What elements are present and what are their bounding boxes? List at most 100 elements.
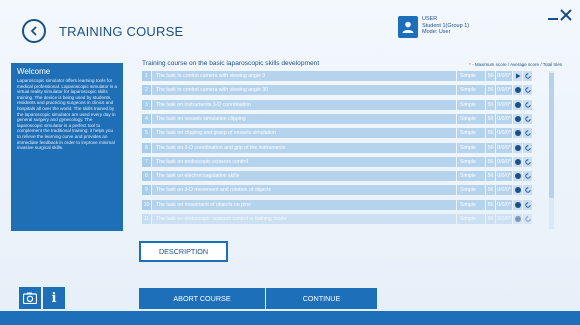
play-icon (515, 73, 520, 79)
task-level: Simple (457, 185, 485, 195)
task-name: The task on vessels simulation clipping (152, 114, 456, 124)
task-info-button[interactable] (513, 157, 522, 167)
task-number: 5 (142, 128, 151, 138)
task-row[interactable]: 4 The task on vessels simulation clipping… (142, 114, 552, 124)
task-info-button[interactable] (513, 143, 522, 153)
info-icon (514, 130, 521, 136)
task-name: The task to control camera with viewing … (152, 71, 456, 81)
task-level: Simple (457, 114, 485, 124)
task-level: Simple (457, 128, 485, 138)
task-reset-button[interactable] (523, 214, 532, 224)
task-reset-button[interactable] (523, 200, 532, 210)
course-title: Training course on the basic laparoscopi… (142, 60, 320, 67)
task-row[interactable]: 7 The task on endoscopic scissors control… (142, 157, 552, 167)
task-table: 1 The task to control camera with viewing… (142, 71, 552, 229)
score-legend: * - Maximum score / Average score / Tota… (469, 62, 562, 67)
task-row[interactable]: 8 The task on electrocoagulation skills Si… (142, 171, 552, 181)
info-icon (514, 202, 521, 208)
task-name: The task on clipping and grasp of vessel… (152, 128, 456, 138)
task-name: The task to control camera with viewing … (152, 85, 456, 95)
welcome-panel: Welcome Laparoscopic simulator offers le… (11, 63, 123, 231)
task-number: 3 (142, 100, 151, 110)
task-score-summary: 0/0/0* (496, 171, 512, 181)
task-reset-button[interactable] (523, 157, 532, 167)
info-icon (514, 145, 521, 151)
info-icon (514, 187, 521, 193)
task-info-button[interactable] (513, 185, 522, 195)
task-number: 11 (142, 214, 151, 224)
welcome-text: Laparoscopic simulator offers learning t… (17, 78, 118, 151)
welcome-title: Welcome (17, 67, 51, 76)
task-info-button[interactable] (513, 171, 522, 181)
task-reset-button[interactable] (523, 71, 532, 81)
task-level: Simple (457, 71, 485, 81)
info-icon (514, 102, 521, 108)
task-info-button[interactable] (513, 114, 522, 124)
task-number: 10 (142, 200, 151, 210)
task-info-button[interactable] (513, 200, 522, 210)
task-reset-button[interactable] (523, 128, 532, 138)
task-score-summary: 0/0/0* (496, 114, 512, 124)
task-info-button[interactable] (513, 100, 522, 110)
task-number: 7 (142, 157, 151, 167)
reset-icon (524, 102, 531, 108)
camera-button[interactable] (19, 287, 41, 309)
task-row[interactable]: 1 The task to control camera with viewing… (142, 71, 552, 81)
info-icon (514, 87, 521, 93)
task-reset-button[interactable] (523, 185, 532, 195)
task-info-button[interactable] (513, 128, 522, 138)
back-button[interactable] (22, 19, 46, 43)
task-level: Simple (457, 100, 485, 110)
task-score-summary: 0/0/0* (496, 71, 512, 81)
reset-icon (524, 73, 531, 79)
task-row[interactable]: 11 The task on endoscopic scissors contro… (142, 214, 552, 224)
bottom-strip (0, 311, 580, 325)
task-row[interactable]: 9 The task on 3-D movement and rotation o… (142, 185, 552, 195)
description-button[interactable]: DESCRIPTION (139, 241, 228, 262)
abort-course-button[interactable]: ABORT COURSE (139, 288, 265, 309)
task-level: Simple (457, 200, 485, 210)
scrollbar[interactable] (549, 71, 554, 229)
task-reset-button[interactable] (523, 85, 532, 95)
task-name: The task on endoscopic scissors control (152, 157, 456, 167)
reset-icon (524, 173, 531, 179)
task-max-score: 56 (486, 200, 495, 210)
task-info-button[interactable] (513, 85, 522, 95)
task-row[interactable]: 10 The task on movement of objects on pin… (142, 200, 552, 210)
arrow-left-icon (30, 26, 37, 36)
page-title: TRAINING COURSE (59, 24, 184, 39)
reset-icon (524, 216, 531, 222)
task-row[interactable]: 6 The task on 3-D coordination and grip o… (142, 143, 552, 153)
task-reset-button[interactable] (523, 143, 532, 153)
task-max-score: 56 (486, 85, 495, 95)
task-max-score: 56 (486, 214, 495, 224)
task-score-summary: 0/0/0* (496, 100, 512, 110)
task-max-score: 56 (486, 71, 495, 81)
task-max-score: 56 (486, 171, 495, 181)
info-button[interactable]: i (43, 287, 65, 309)
task-score-summary: 0/0/0* (496, 128, 512, 138)
task-number: 4 (142, 114, 151, 124)
task-name: The task on movement of objects on pins (152, 200, 456, 210)
task-reset-button[interactable] (523, 114, 532, 124)
minimize-button[interactable] (548, 10, 558, 20)
task-max-score: 56 (486, 143, 495, 153)
task-info-button[interactable] (513, 214, 522, 224)
task-row[interactable]: 5 The task on clipping and grasp of vesse… (142, 128, 552, 138)
info-icon (514, 216, 521, 222)
task-level: Simple (457, 85, 485, 95)
task-reset-button[interactable] (523, 100, 532, 110)
task-reset-button[interactable] (523, 171, 532, 181)
task-number: 1 (142, 71, 151, 81)
scrollbar-thumb[interactable] (549, 73, 554, 198)
play-button[interactable] (513, 71, 522, 81)
continue-button[interactable]: CONTINUE (266, 288, 377, 309)
task-row[interactable]: 3 The task on instruments 3-D coordinatio… (142, 100, 552, 110)
task-max-score: 56 (486, 185, 495, 195)
close-button[interactable] (559, 8, 573, 22)
task-score-summary: 0/0/0* (496, 185, 512, 195)
info-icon (514, 159, 521, 165)
task-max-score: 56 (486, 114, 495, 124)
task-row[interactable]: 2 The task to control camera with viewing… (142, 85, 552, 95)
legend-text: - Maximum score / Average score / Total … (470, 62, 562, 67)
